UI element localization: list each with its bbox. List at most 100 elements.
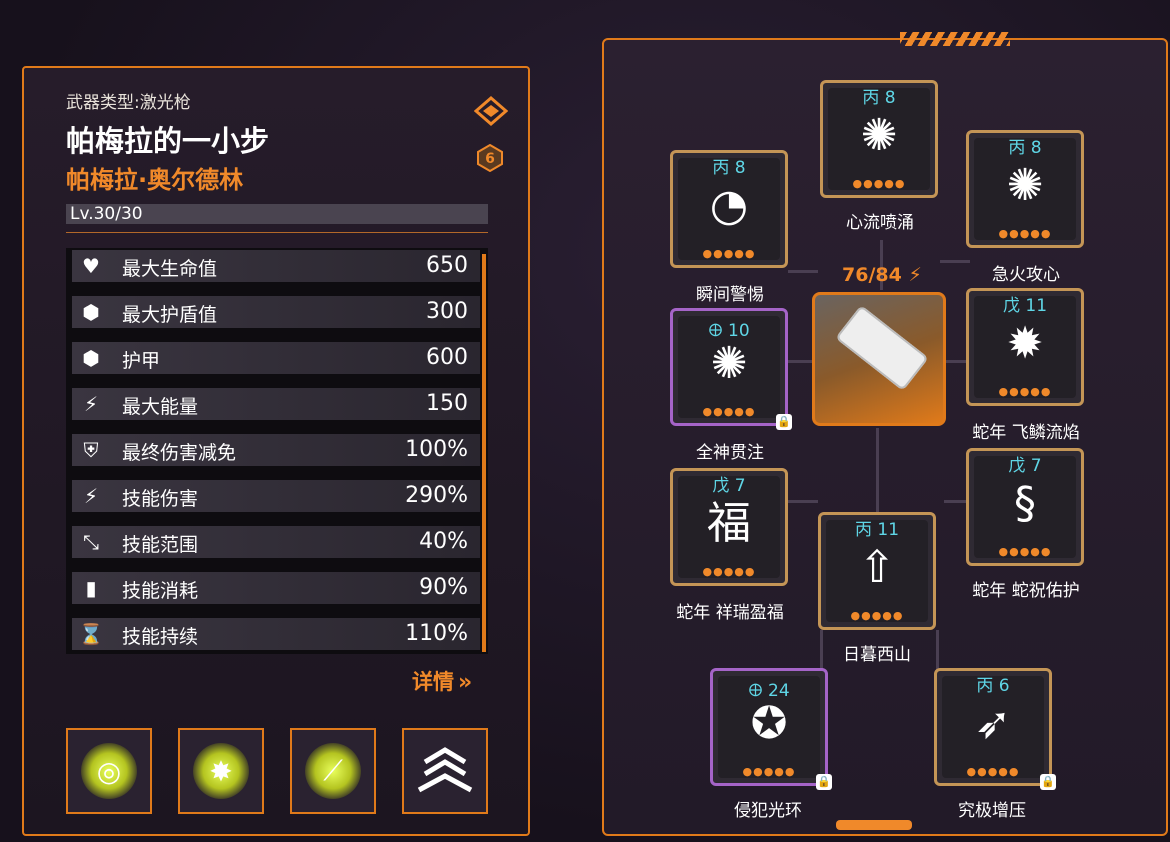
talent-node[interactable]: 丙 8 ✺ ●●●●●	[820, 80, 938, 198]
stat-label: 技能伤害	[122, 488, 199, 510]
energy-readout: 76/84 ⚡	[842, 264, 922, 286]
spider-icon: ✺	[860, 110, 898, 161]
talent-node-label: 瞬间警惕	[696, 285, 764, 305]
details-label: 详情	[412, 670, 454, 694]
snake-icon: §	[1014, 478, 1036, 529]
stat-label: 护甲	[122, 350, 161, 372]
star-circle-icon: ✪	[750, 698, 788, 749]
talent-node[interactable]: 丙 11 ⇧ ●●●●●	[818, 512, 936, 630]
stat-row: ⤡ 技能范围 40%	[66, 524, 480, 560]
stat-value: 600	[426, 345, 468, 370]
stat-label: 最大护盾值	[122, 304, 218, 326]
dial-icon: ◔	[709, 180, 749, 231]
stat-row: ⚡ 技能伤害 290%	[66, 478, 480, 514]
talent-node[interactable]: 戊 7 § ●●●●●	[966, 448, 1084, 566]
stat-value: 290%	[405, 483, 468, 508]
talent-node-label: 日暮西山	[843, 645, 911, 665]
circuit-line	[944, 360, 966, 363]
talent-node-pips: ●●●●●	[702, 405, 756, 418]
talent-node-label: 蛇年 蛇祝佑护	[972, 581, 1080, 601]
talent-node[interactable]: 丙 6 ➶ ●●●●● 🔒	[934, 668, 1056, 790]
talent-node-pips: ●●●●●	[998, 385, 1052, 398]
weapon-core[interactable]	[812, 292, 946, 426]
stat-label: 技能消耗	[122, 580, 199, 602]
stat-label: 技能范围	[122, 534, 199, 556]
talent-node[interactable]: 丙 8 ✺ ●●●●●	[966, 130, 1084, 248]
skill-damage-icon: ⚡	[83, 484, 99, 508]
talent-node-label: 急火攻心	[992, 265, 1060, 285]
stat-row: ♥ 最大生命值 650	[66, 248, 480, 284]
talent-node-pips: ●●●●●	[852, 177, 906, 190]
talent-node-tag: 丙 6	[976, 676, 1010, 696]
stat-value: 100%	[405, 437, 468, 462]
slash-skill-icon: ⟋	[305, 743, 361, 799]
talent-node-label: 蛇年 祥瑞盈福	[676, 603, 784, 623]
talent-node[interactable]: 丙 8 ◔ ●●●●●	[670, 150, 788, 268]
weapon-type-label: 武器类型:激光枪	[66, 93, 191, 113]
level-text: Lv.30/30	[70, 204, 143, 224]
arrow-burst-icon: ➶	[974, 698, 1012, 749]
weapon-owner: 帕梅拉·奥尔德林	[66, 166, 244, 194]
skill-button-orbit[interactable]: ◎	[66, 728, 152, 814]
weapon-class-icon	[474, 96, 508, 126]
details-button[interactable]: 详情»	[412, 666, 472, 696]
weapon-name: 帕梅拉的一小步	[66, 124, 270, 158]
rank-badge-icon: 6	[476, 143, 504, 173]
talent-node-tag: 丙 8	[862, 88, 896, 108]
skill-range-icon: ⤡	[83, 530, 99, 554]
stats-scrollbar[interactable]	[482, 254, 486, 652]
talent-node-tag: 丙 8	[712, 158, 746, 178]
laser-gun-image	[835, 304, 929, 392]
panel-stripe-decoration	[900, 32, 1010, 46]
stat-label: 最终伤害减免	[122, 442, 237, 464]
hexagon-armor-icon: ⬢	[82, 346, 100, 370]
talent-node-label: 蛇年 飞鳞流焰	[972, 423, 1080, 443]
orbit-skill-icon: ◎	[81, 743, 137, 799]
talent-node-tag: 丙 11	[854, 520, 900, 540]
stat-row: ⚡ 最大能量 150	[66, 386, 480, 422]
skill-button-burst[interactable]: ✸	[178, 728, 264, 814]
circuit-line	[788, 270, 818, 273]
firework-icon: ✹	[1006, 318, 1044, 369]
talent-node[interactable]: 戊 7 福 ●●●●●	[670, 468, 788, 586]
spider-icon: ✺	[710, 338, 748, 389]
lightning-icon: ⚡	[83, 392, 99, 416]
talent-node-label: 究极增压	[958, 801, 1026, 821]
talent-node-pips: ●●●●●	[998, 545, 1052, 558]
fortune-bag-icon: 福	[707, 498, 751, 549]
stat-value: 300	[426, 299, 468, 324]
spider-icon: ✺	[1006, 160, 1044, 211]
lock-icon: 🔒	[816, 774, 832, 790]
stat-row: ⛨ 最终伤害减免 100%	[66, 432, 480, 468]
stats-list[interactable]: ♥ 最大生命值 650 ⬢ 最大护盾值 300 ⬢ 护甲 600 ⚡ 最大能量 150 ⛨ 最终伤害减免 1…	[66, 248, 488, 654]
stat-row: ⌛ 技能持续 110%	[66, 616, 480, 652]
stat-value: 90%	[419, 575, 468, 600]
talent-node[interactable]: 戊 11 ✹ ●●●●●	[966, 288, 1084, 406]
hourglass-icon: ⌛	[78, 622, 104, 646]
rocket-icon: ⇧	[858, 542, 896, 593]
stat-row: ⬢ 护甲 600	[66, 340, 480, 376]
lock-icon: 🔒	[1040, 774, 1056, 790]
level-bar: Lv.30/30	[66, 204, 488, 224]
stat-label: 最大生命值	[122, 258, 218, 280]
talent-node-pips: ●●●●●	[998, 227, 1052, 240]
talent-node-pips: ●●●●●	[702, 565, 756, 578]
circuit-line	[788, 360, 814, 363]
circuit-line	[788, 500, 818, 503]
panel-bottom-decoration	[836, 820, 912, 830]
shield-plus-icon: ⛨	[83, 438, 99, 462]
talent-node-label: 侵犯光环	[734, 801, 802, 821]
skill-button-rank[interactable]	[402, 728, 488, 814]
talent-node-label: 全神贯注	[696, 443, 764, 463]
rank-badge-number: 6	[485, 151, 495, 167]
talent-node-pips: ●●●●●	[742, 765, 796, 778]
talent-node-tag: 戊 7	[712, 476, 746, 496]
talent-node[interactable]: 🜨 24 ✪ ●●●●● 🔒	[710, 668, 832, 790]
talent-node-tag: 戊 11	[1002, 296, 1048, 316]
skill-button-slash[interactable]: ⟋	[290, 728, 376, 814]
talent-node[interactable]: 🜨 10 ✺ ●●●●● 🔒	[670, 308, 792, 430]
weapon-info-panel: 武器类型:激光枪 帕梅拉的一小步 帕梅拉·奥尔德林 6 Lv.30/30 ♥ 最大…	[22, 66, 530, 836]
talent-node-tag: 丙 8	[1008, 138, 1042, 158]
double-chevron-right-icon: »	[458, 670, 473, 695]
stat-value: 650	[426, 253, 468, 278]
